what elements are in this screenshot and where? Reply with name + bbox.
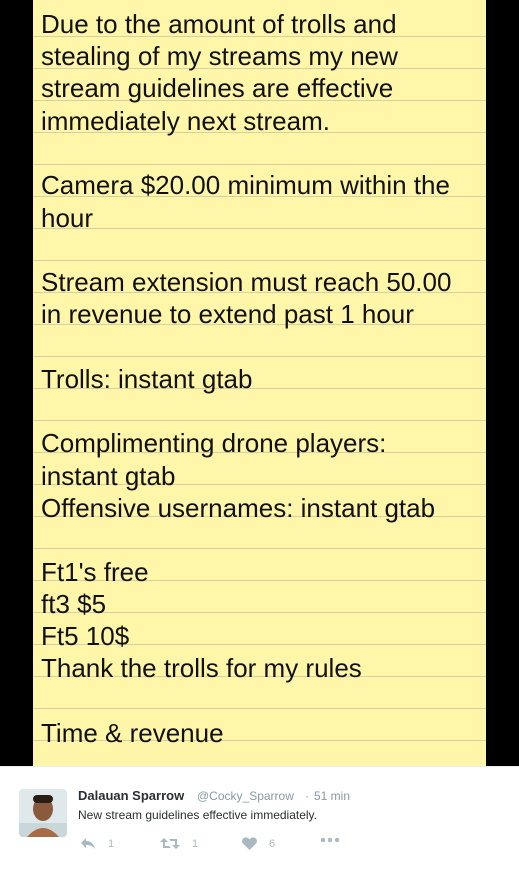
avatar[interactable] bbox=[19, 789, 67, 837]
note-line: instant gtab bbox=[41, 461, 176, 491]
note-line: hour bbox=[41, 203, 94, 233]
separator-dot: · bbox=[305, 789, 309, 803]
note-line: Thank the trolls for my rules bbox=[41, 653, 362, 683]
retweet-button[interactable]: 1 bbox=[160, 837, 198, 850]
like-button[interactable]: 6 bbox=[242, 837, 275, 850]
note-line: Offensive usernames: instant gtab bbox=[41, 493, 436, 523]
note-line: in revenue to extend past 1 hour bbox=[41, 299, 414, 329]
note-line: Complimenting drone players: bbox=[41, 428, 387, 458]
display-name[interactable]: Dalauan Sparrow bbox=[78, 788, 184, 803]
note-line: immediately next stream. bbox=[41, 106, 330, 136]
note-line: stealing of my streams my new bbox=[41, 41, 398, 71]
more-dots-icon bbox=[320, 837, 340, 843]
note-line: ft3 $5 bbox=[41, 589, 107, 619]
note-line: Ft5 10$ bbox=[41, 621, 130, 651]
note-line: Camera $20.00 minimum within the bbox=[41, 170, 450, 200]
more-options-button[interactable] bbox=[320, 837, 340, 843]
heart-icon bbox=[242, 837, 257, 850]
retweet-count: 1 bbox=[192, 837, 199, 850]
note-line: Trolls: instant gtab bbox=[41, 364, 253, 394]
note-line: stream guidelines are effective bbox=[41, 73, 394, 103]
reply-count: 1 bbox=[108, 837, 115, 850]
reply-icon bbox=[80, 837, 96, 850]
timestamp[interactable]: 51 min bbox=[314, 789, 350, 803]
tweet-card: Dalauan Sparrow @Cocky_Sparrow · 51 min … bbox=[0, 766, 519, 874]
tweet-text: New stream guidelines effective immediat… bbox=[78, 808, 317, 822]
retweet-icon bbox=[160, 837, 180, 850]
note-line: Due to the amount of trolls and bbox=[41, 9, 397, 39]
note-line: Ft1's free bbox=[41, 557, 149, 587]
like-count: 6 bbox=[269, 837, 276, 850]
note-line: Stream extension must reach 50.00 bbox=[41, 267, 452, 297]
tweet-media-image[interactable]: Due to the amount of trolls and stealing… bbox=[0, 0, 519, 766]
reply-button[interactable]: 1 bbox=[80, 837, 114, 850]
user-handle[interactable]: @Cocky_Sparrow bbox=[197, 789, 294, 803]
note-line: Time & revenue bbox=[41, 718, 224, 748]
